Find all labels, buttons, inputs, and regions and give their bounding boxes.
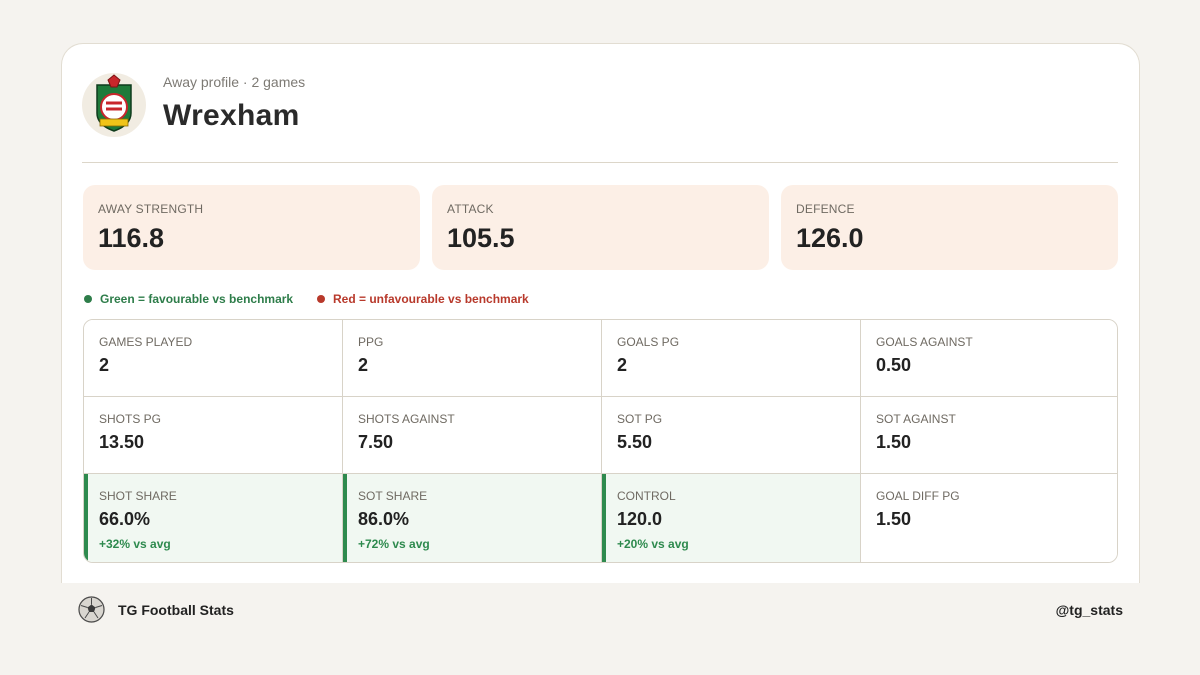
- profile-card: Away profile · 2 games Wrexham AWAY STRE…: [61, 43, 1140, 583]
- stat-goals-pg: GOALS PG 2: [602, 320, 861, 397]
- stat-value: 120.0: [617, 509, 663, 529]
- stat-value: 86.0%: [358, 509, 410, 529]
- team-name: Wrexham: [163, 99, 300, 132]
- stat-value: 2: [617, 355, 628, 375]
- football-icon: [78, 596, 105, 623]
- stat-label: GOALS AGAINST: [876, 335, 973, 349]
- tile-label: DEFENCE: [796, 202, 855, 216]
- stat-label: GAMES PLAYED: [99, 335, 193, 349]
- stat-label: SOT SHARE: [358, 489, 428, 503]
- stat-label: PPG: [358, 335, 384, 349]
- stat-value: 2: [358, 355, 369, 375]
- social-handle[interactable]: @tg_stats: [1056, 602, 1123, 618]
- stat-value: 5.50: [617, 432, 653, 452]
- stat-sot-share: SOT SHARE 86.0% +72% vs avg: [343, 474, 602, 562]
- stat-value: 66.0%: [99, 509, 151, 529]
- legend-favourable-label: Green = favourable vs benchmark: [100, 292, 294, 306]
- brand-name: TG Football Stats: [118, 602, 234, 618]
- stat-shots-against: SHOTS AGAINST 7.50: [343, 397, 602, 474]
- profile-header: Away profile · 2 games Wrexham: [82, 70, 1118, 163]
- wrexham-crest-icon: [82, 73, 146, 137]
- stats-grid: GAMES PLAYED 2 PPG 2 GOALS PG 2 GOALS AG…: [83, 319, 1118, 563]
- stat-value: 1.50: [876, 509, 912, 529]
- stat-shot-share: SHOT SHARE 66.0% +32% vs avg: [84, 474, 343, 562]
- stat-value: 0.50: [876, 355, 912, 375]
- legend-unfavourable: Red = unfavourable vs benchmark: [317, 292, 529, 306]
- stat-value: 13.50: [99, 432, 145, 452]
- defence-tile: DEFENCE 126.0: [781, 185, 1118, 270]
- stat-label: GOALS PG: [617, 335, 680, 349]
- tile-label: ATTACK: [447, 202, 494, 216]
- stat-label: GOAL DIFF PG: [876, 489, 960, 503]
- green-dot-icon: [84, 295, 92, 303]
- stat-sot-against: SOT AGAINST 1.50: [861, 397, 1117, 474]
- stat-goals-against: GOALS AGAINST 0.50: [861, 320, 1117, 397]
- strength-tiles: AWAY STRENGTH 116.8 ATTACK 105.5 DEFENCE…: [83, 185, 1118, 270]
- stat-delta: +72% vs avg: [358, 537, 430, 551]
- stat-label: CONTROL: [617, 489, 676, 503]
- stat-ppg: PPG 2: [343, 320, 602, 397]
- stat-label: SOT AGAINST: [876, 412, 956, 426]
- stat-delta: +20% vs avg: [617, 537, 689, 551]
- tile-value: 126.0: [796, 223, 864, 253]
- stat-delta: +32% vs avg: [99, 537, 171, 551]
- stat-value: 1.50: [876, 432, 912, 452]
- stat-shots-pg: SHOTS PG 13.50: [84, 397, 343, 474]
- tile-value: 116.8: [98, 223, 165, 253]
- profile-subtitle: Away profile · 2 games: [163, 74, 306, 90]
- stat-sot-pg: SOT PG 5.50: [602, 397, 861, 474]
- stat-label: SHOT SHARE: [99, 489, 177, 503]
- legend-favourable: Green = favourable vs benchmark: [84, 292, 293, 306]
- red-dot-icon: [317, 295, 325, 303]
- tile-label: AWAY STRENGTH: [98, 202, 204, 216]
- stat-control: CONTROL 120.0 +20% vs avg: [602, 474, 861, 562]
- attack-tile: ATTACK 105.5: [432, 185, 769, 270]
- legend-unfavourable-label: Red = unfavourable vs benchmark: [333, 292, 529, 306]
- stat-value: 2: [99, 355, 110, 375]
- stat-value: 7.50: [358, 432, 394, 452]
- stat-label: SHOTS AGAINST: [358, 412, 455, 426]
- stat-goal-diff-pg: GOAL DIFF PG 1.50: [861, 474, 1117, 562]
- tile-value: 105.5: [447, 223, 515, 253]
- stat-label: SOT PG: [617, 412, 663, 426]
- stat-games-played: GAMES PLAYED 2: [84, 320, 343, 397]
- stat-label: SHOTS PG: [99, 412, 162, 426]
- away-strength-tile: AWAY STRENGTH 116.8: [83, 185, 420, 270]
